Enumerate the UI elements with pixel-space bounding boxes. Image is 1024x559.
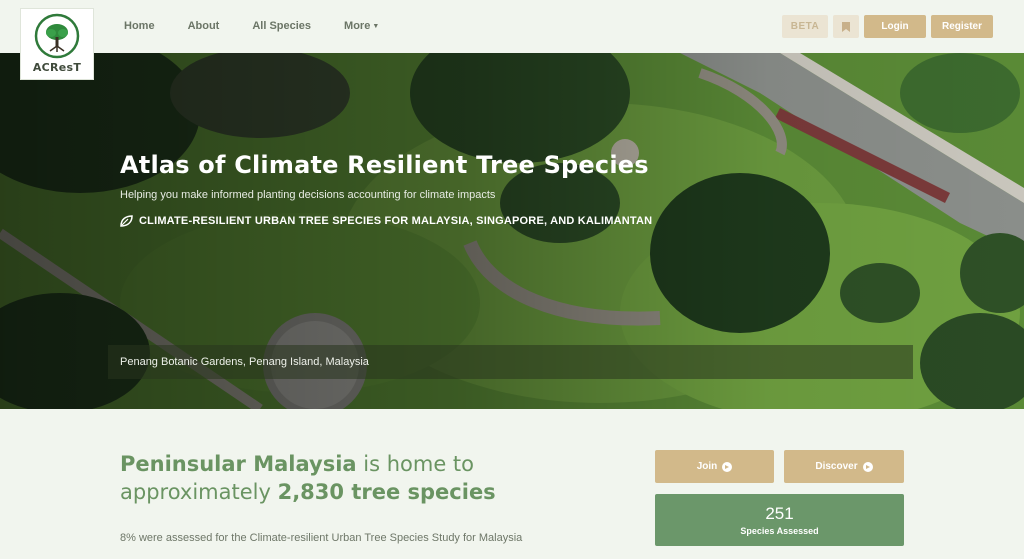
species-assessed-label: Species Assessed [740,525,819,536]
logo-text: ACResT [32,61,82,74]
hero-tagline: CLIMATE-RESILIENT URBAN TREE SPECIES FOR… [120,215,652,227]
navbar: ACResT Home About All Species More ▼ BETA… [0,0,1024,80]
discover-label: Discover [815,461,858,472]
nav-actions: BETA Login Register [782,15,993,38]
bookmark-button[interactable] [833,15,859,38]
arrow-circle-right-icon [722,461,733,472]
headline-region: Peninsular Malaysia [120,452,357,476]
nav-more-label: More [344,20,371,32]
species-assessed-count: 251 [765,503,794,523]
image-caption-bar: Penang Botanic Gardens, Penang Island, M… [108,345,913,379]
login-button[interactable]: Login [864,15,926,38]
bookmark-icon [842,21,850,32]
beta-badge: BETA [782,15,828,38]
nav-all-species[interactable]: All Species [252,20,311,32]
logo[interactable]: ACResT [20,8,94,80]
hero-tagline-text: CLIMATE-RESILIENT URBAN TREE SPECIES FOR… [139,215,653,227]
caret-down-icon: ▼ [372,23,380,30]
hero-title: Atlas of Climate Resilient Tree Species [120,151,649,179]
headline-count: 2,830 tree species [277,480,496,504]
discover-button[interactable]: Discover [784,450,904,483]
tree-icon [34,13,80,59]
nav-home[interactable]: Home [124,20,155,32]
nav-links: Home About All Species More ▼ [124,20,412,32]
arrow-circle-right-icon [862,461,873,472]
join-label: Join [696,461,718,472]
register-button[interactable]: Register [931,15,993,38]
hero-banner: Atlas of Climate Resilient Tree Species … [0,53,1024,409]
leaf-icon [120,215,133,227]
join-button[interactable]: Join [655,450,774,483]
nav-more[interactable]: More ▼ [344,20,379,32]
stat-headline: Peninsular Malaysia is home to approxima… [120,450,496,506]
species-assessed-card: 251 Species Assessed [655,494,904,546]
headline-pre: approximately [120,480,278,504]
stat-note: 8% were assessed for the Climate-resilie… [120,532,523,544]
image-caption: Penang Botanic Gardens, Penang Island, M… [120,356,369,368]
headline-mid: is home to [356,452,474,476]
nav-about[interactable]: About [188,20,220,32]
hero-subtitle: Helping you make informed planting decis… [120,189,496,201]
